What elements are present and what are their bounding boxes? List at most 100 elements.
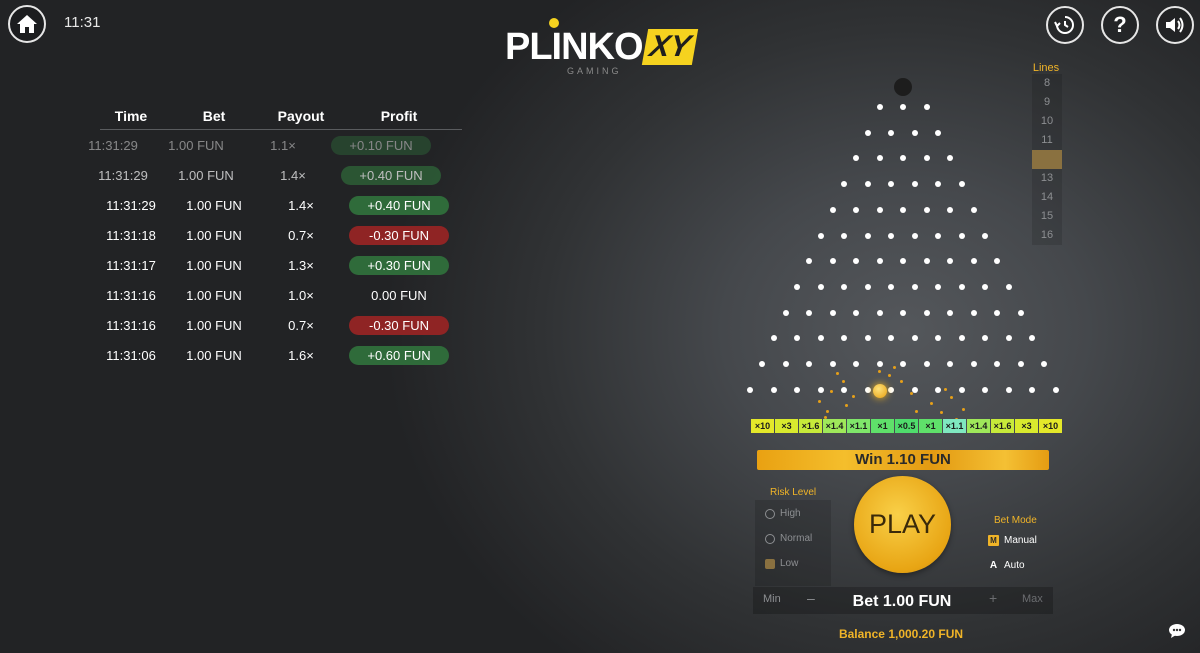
cell-bet: 1.00 FUN <box>186 227 242 243</box>
profit-pill: +0.30 FUN <box>349 255 449 275</box>
risk-option-high[interactable]: High <box>765 508 801 519</box>
risk-option-label: Normal <box>780 533 813 544</box>
table-header: Time Bet Payout Profit <box>100 108 462 130</box>
multiplier-slot: ×1.6 <box>799 419 822 433</box>
plinko-xy-logo: PLINKO XY GAMING <box>505 18 699 80</box>
cell-time: 11:31:18 <box>106 227 156 243</box>
peg <box>782 361 789 367</box>
cell-payout: 0.7× <box>288 227 314 243</box>
history-icon <box>1054 16 1074 34</box>
multiplier-slot: ×1.4 <box>823 419 846 433</box>
peg <box>935 386 942 393</box>
cell-payout: 1.4× <box>280 167 306 183</box>
peg <box>923 258 930 265</box>
spark <box>910 392 913 395</box>
lines-option-9[interactable]: 9 <box>1032 93 1062 112</box>
peg <box>947 206 953 213</box>
peg <box>900 155 906 162</box>
peg <box>853 155 859 162</box>
peg <box>770 335 777 342</box>
bet-mode-manual[interactable]: M Manual <box>988 535 1037 546</box>
peg <box>806 258 812 265</box>
lines-option-13[interactable]: 13 <box>1032 169 1062 188</box>
lines-option-12[interactable]: 12 <box>1032 150 1062 169</box>
peg <box>947 258 953 265</box>
cell-bet: 1.00 FUN <box>178 167 234 183</box>
peg <box>876 258 883 265</box>
peg <box>817 386 824 393</box>
peg <box>876 155 883 162</box>
cell-time: 11:31:29 <box>88 137 138 153</box>
logo-text: PLINKO <box>505 26 644 68</box>
peg <box>935 181 942 188</box>
history-button[interactable] <box>1046 6 1084 44</box>
cell-profit: +0.30 FUN <box>336 255 462 275</box>
column-header-profit: Profit <box>380 108 418 124</box>
cell-time: 11:31:17 <box>106 257 156 273</box>
risk-option-normal[interactable]: Normal <box>765 533 812 544</box>
cell-payout: 0.7× <box>288 317 314 333</box>
peg <box>1029 386 1036 393</box>
spark <box>836 372 839 375</box>
spark <box>842 380 845 383</box>
play-button[interactable]: PLAY <box>854 476 951 573</box>
min-bet-button[interactable]: Min <box>763 593 781 605</box>
peg <box>888 386 895 393</box>
cell-time: 11:31:06 <box>106 347 156 363</box>
peg <box>888 283 895 290</box>
lock-icon <box>765 558 775 569</box>
cell-bet: 1.00 FUN <box>186 257 242 273</box>
peg <box>935 129 942 136</box>
peg <box>864 386 871 393</box>
lines-option-15[interactable]: 15 <box>1032 207 1062 226</box>
max-bet-button[interactable]: Max <box>1022 593 1043 605</box>
table-row: 11:31:16 1.00 FUN 1.0× 0.00 FUN <box>100 280 462 310</box>
risk-option-low[interactable]: Low <box>765 558 798 569</box>
bet-mode-label: Bet Mode <box>994 515 1037 526</box>
spark <box>878 370 881 373</box>
bet-mode-auto[interactable]: A Auto <box>988 560 1025 571</box>
peg <box>982 232 989 239</box>
table-row: 11:31:06 1.00 FUN 1.6× +0.60 FUN <box>100 340 462 370</box>
peg <box>923 104 930 110</box>
lines-option-10[interactable]: 10 <box>1032 112 1062 131</box>
peg <box>923 309 930 316</box>
increase-bet-button[interactable]: + <box>989 590 997 606</box>
peg <box>888 129 895 136</box>
peg <box>841 181 848 188</box>
spark <box>852 395 855 398</box>
column-header-payout: Payout <box>277 108 325 124</box>
lines-option-11[interactable]: 11 <box>1032 131 1062 150</box>
cell-profit: +0.40 FUN <box>328 165 454 185</box>
lines-option-8[interactable]: 8 <box>1032 74 1062 93</box>
multiplier-slot: ×10 <box>751 419 774 433</box>
peg <box>1005 386 1012 393</box>
decrease-bet-button[interactable]: – <box>807 590 815 606</box>
peg <box>876 206 883 213</box>
peg <box>841 386 848 393</box>
lines-option-16[interactable]: 16 <box>1032 226 1062 245</box>
peg <box>864 129 871 136</box>
profit-pill: -0.30 FUN <box>349 315 449 335</box>
peg <box>900 258 906 265</box>
peg-board <box>740 70 1070 410</box>
home-button[interactable] <box>8 5 46 43</box>
peg <box>876 361 883 367</box>
peg <box>1052 386 1059 393</box>
lines-option-14[interactable]: 14 <box>1032 188 1062 207</box>
peg <box>935 283 942 290</box>
peg <box>958 386 965 393</box>
spark <box>845 404 848 407</box>
spark <box>830 390 833 393</box>
peg <box>853 309 859 316</box>
spark <box>950 396 953 399</box>
sound-button[interactable] <box>1156 6 1194 44</box>
peg <box>876 309 883 316</box>
multiplier-slot: ×3 <box>1015 419 1038 433</box>
help-button[interactable]: ? <box>1101 6 1139 44</box>
cell-bet: 1.00 FUN <box>186 347 242 363</box>
chat-button[interactable] <box>1168 623 1186 639</box>
table-row: 11:31:29 1.00 FUN 1.1× +0.10 FUN <box>82 130 444 160</box>
peg <box>911 129 918 136</box>
peg <box>876 104 883 110</box>
